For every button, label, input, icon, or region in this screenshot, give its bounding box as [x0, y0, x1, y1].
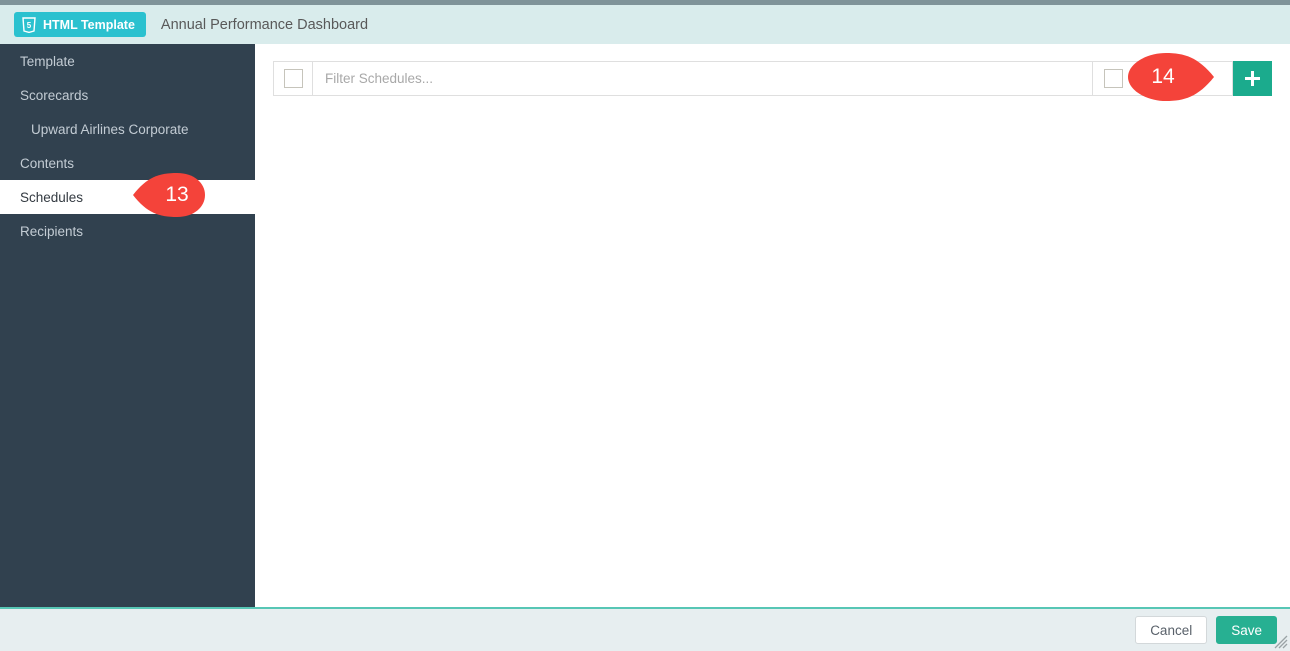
modal-footer: Cancel Save [0, 607, 1290, 651]
sidebar-item-label: Recipients [20, 224, 83, 239]
sidebar-item-schedules[interactable]: Schedules [0, 180, 255, 214]
svg-text:5: 5 [27, 21, 32, 30]
sidebar-item-contents[interactable]: Contents [0, 146, 255, 180]
filter-schedules-input[interactable] [313, 61, 1093, 96]
sidebar-item-template[interactable]: Template [0, 44, 255, 78]
sidebar-item-label: Upward Airlines Corporate [31, 122, 189, 137]
show-option-label: Sh [1132, 71, 1149, 86]
add-schedule-button[interactable] [1233, 61, 1272, 96]
main-content-panel: Sh [255, 44, 1290, 607]
plus-icon [1245, 71, 1260, 86]
sidebar-item-label: Contents [20, 156, 74, 171]
sidebar-item-label: Schedules [20, 190, 83, 205]
resize-grip-icon[interactable] [1274, 635, 1288, 649]
show-option-checkbox[interactable] [1104, 69, 1123, 88]
select-all-checkbox[interactable] [284, 69, 303, 88]
application-window: 5 HTML Template Annual Performance Dashb… [0, 0, 1290, 651]
page-title: Annual Performance Dashboard [161, 17, 368, 33]
show-option-container[interactable]: Sh [1093, 61, 1233, 96]
select-all-checkbox-container[interactable] [273, 61, 313, 96]
html-template-badge: 5 HTML Template [14, 12, 146, 37]
html-template-badge-label: HTML Template [43, 18, 135, 32]
sidebar-item-label: Template [20, 54, 75, 69]
sidebar-item-recipients[interactable]: Recipients [0, 214, 255, 248]
sidebar-nav: Template Scorecards Upward Airlines Corp… [0, 44, 255, 607]
sidebar-item-scorecards[interactable]: Scorecards [0, 78, 255, 112]
sidebar-item-upward-airlines-corporate[interactable]: Upward Airlines Corporate [0, 112, 255, 146]
sidebar-item-label: Scorecards [20, 88, 88, 103]
modal-header: 5 HTML Template Annual Performance Dashb… [0, 5, 1290, 44]
schedules-toolbar: Sh [273, 61, 1272, 96]
html5-icon: 5 [22, 17, 36, 33]
cancel-button[interactable]: Cancel [1135, 616, 1207, 644]
save-button[interactable]: Save [1216, 616, 1277, 644]
